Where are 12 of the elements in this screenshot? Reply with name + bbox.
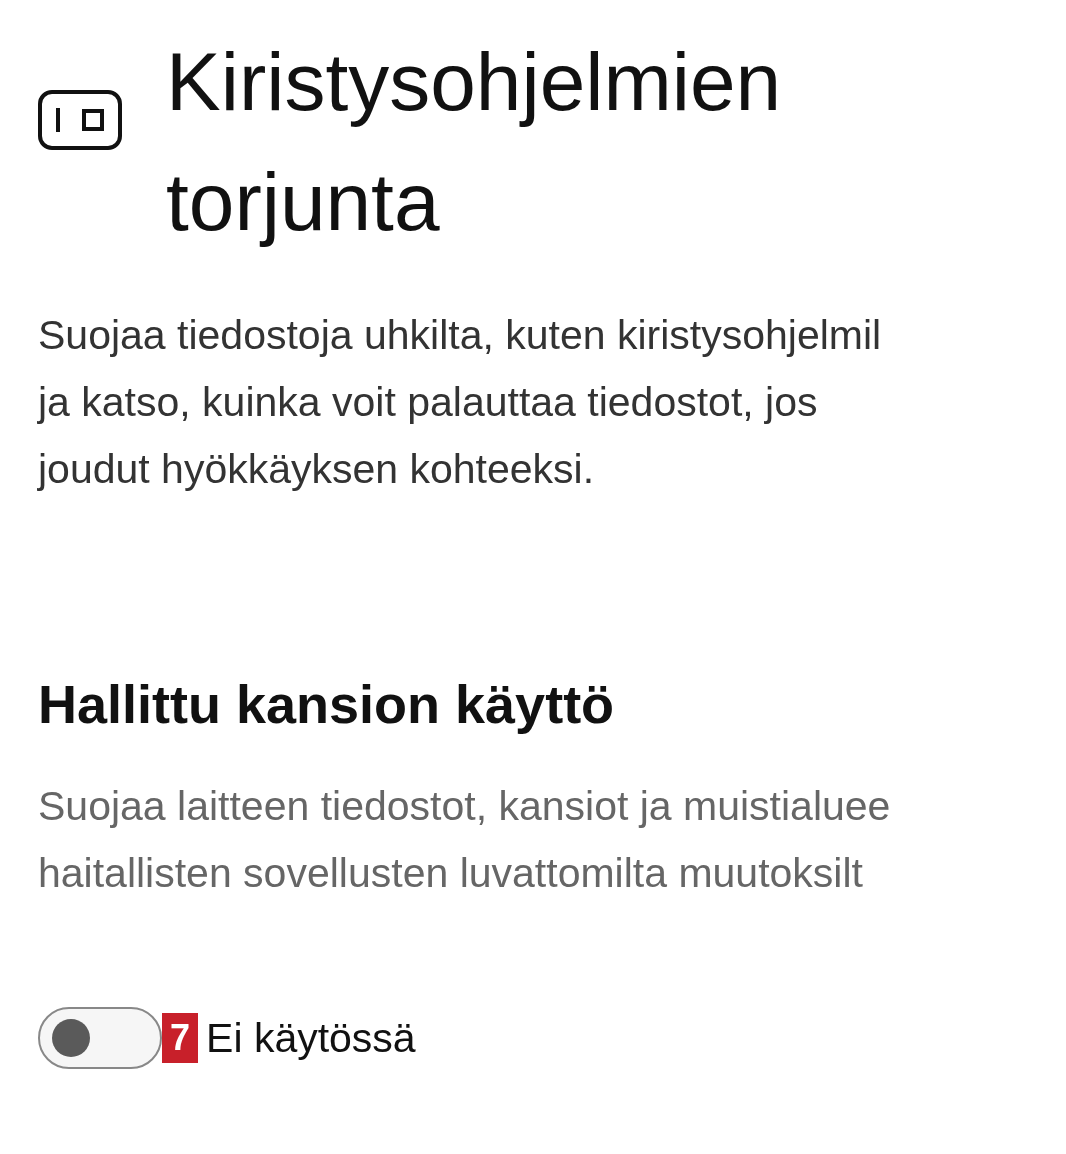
- section-description: haitallisten sovellusten luvattomilta muutoksilt: [38, 849, 863, 898]
- number-badge: 7: [162, 1013, 199, 1063]
- page-title: Kiristysohjelmien: [166, 35, 782, 129]
- description-text: joudut hyökkäyksen kohteeksi.: [38, 445, 595, 494]
- description-text: Suojaa tiedostoja uhkilta, kuten kiristysohjelmil: [38, 311, 882, 360]
- page-title: torjunta: [166, 155, 440, 249]
- toggle-switch[interactable]: [38, 1007, 162, 1069]
- toggle-label: Ei käytössä: [206, 1014, 416, 1062]
- description-text: ja katso, kuinka voit palauttaa tiedostot, jos: [38, 378, 818, 427]
- ransomware-protection-icon: [38, 90, 122, 150]
- section-description: Suojaa laitteen tiedostot, kansiot ja muistialuee: [38, 782, 891, 831]
- section-heading: Hallittu kansion käyttö: [38, 673, 615, 735]
